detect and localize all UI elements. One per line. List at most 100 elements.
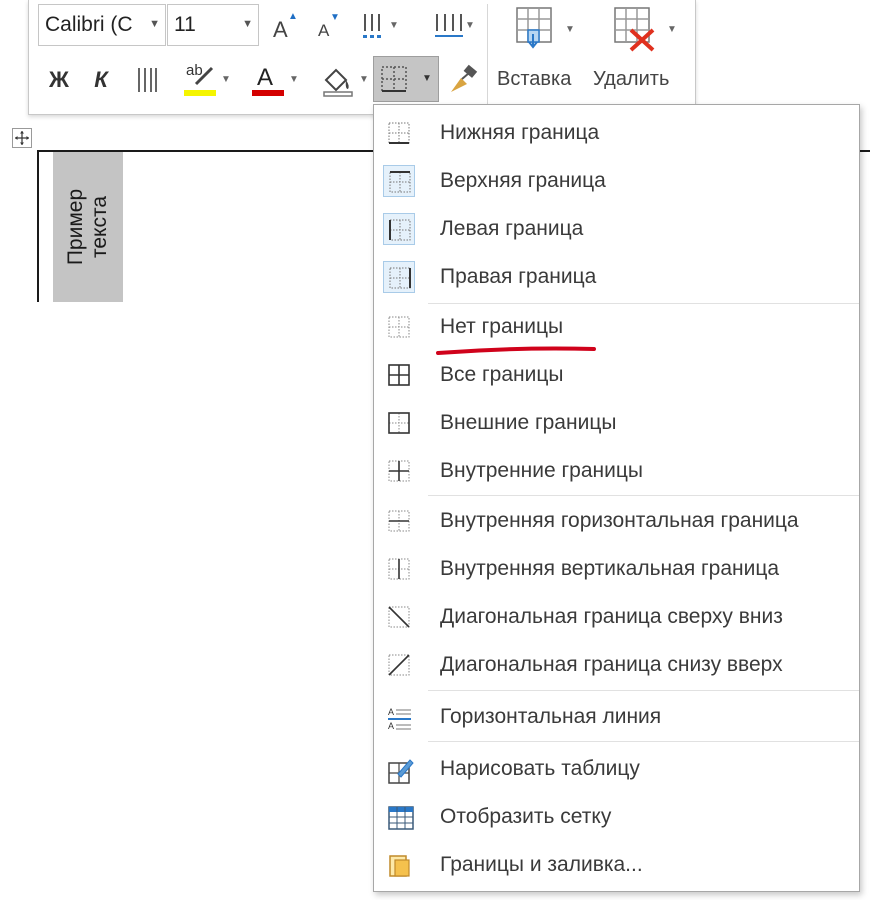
table-border-top bbox=[860, 150, 870, 152]
delete-table-icon bbox=[614, 7, 655, 52]
menu-item-label: Все границы bbox=[440, 363, 564, 386]
font-size-value: 11 bbox=[174, 13, 196, 36]
inside-vertical-border-icon bbox=[383, 553, 415, 585]
menu-item-label: Нарисовать таблицу bbox=[440, 757, 640, 780]
menu-separator bbox=[428, 690, 859, 691]
outside-borders-icon bbox=[383, 407, 415, 439]
center-align-button[interactable] bbox=[129, 62, 165, 98]
insert-button[interactable]: ▼ Вставка bbox=[493, 4, 585, 108]
menu-item-label: Отобразить сетку bbox=[440, 805, 612, 828]
highlight-button[interactable]: ab ▼ bbox=[169, 60, 231, 100]
bold-label: Ж bbox=[49, 67, 69, 92]
svg-text:A: A bbox=[388, 721, 394, 730]
grow-font-icon: A ▲ bbox=[273, 11, 298, 42]
menu-item-top-border[interactable]: Верхняя граница bbox=[374, 157, 859, 205]
menu-item-label: Левая граница bbox=[440, 217, 584, 240]
font-size-combobox[interactable]: 11 ▼ bbox=[167, 4, 259, 46]
diagonal-up-border-icon bbox=[383, 649, 415, 681]
menu-item-label: Правая граница bbox=[440, 265, 597, 288]
top-border-icon bbox=[383, 165, 415, 197]
move-icon bbox=[15, 131, 29, 145]
menu-item-bottom-border[interactable]: Нижняя граница bbox=[374, 109, 859, 157]
chevron-down-icon[interactable]: ▼ bbox=[667, 24, 677, 35]
menu-item-borders-shading[interactable]: Границы и заливка... bbox=[374, 841, 859, 889]
distribute-columns-button[interactable]: ▼ bbox=[421, 8, 477, 44]
all-borders-icon bbox=[383, 359, 415, 391]
delete-button[interactable]: ▼ Удалить bbox=[591, 4, 687, 108]
font-name-combobox[interactable]: Calibri (C ▼ bbox=[38, 4, 166, 46]
chevron-down-icon[interactable]: ▼ bbox=[565, 24, 575, 35]
font-color-button[interactable]: A ▼ bbox=[237, 60, 299, 100]
distribute-rows-icon bbox=[363, 14, 381, 38]
menu-item-label: Горизонтальная линия bbox=[440, 705, 662, 728]
borders-button[interactable]: ▼ bbox=[373, 56, 439, 102]
inside-horizontal-border-icon bbox=[383, 505, 415, 537]
highlighter-icon: ab bbox=[180, 62, 220, 98]
menu-item-inside-horizontal-border[interactable]: Внутренняя горизонтальная граница bbox=[374, 497, 859, 545]
cell-text: Пример текста bbox=[64, 188, 111, 266]
chevron-down-icon[interactable]: ▼ bbox=[149, 18, 160, 30]
shading-button[interactable]: ▼ bbox=[307, 60, 369, 100]
svg-text:A: A bbox=[388, 707, 394, 717]
menu-item-label: Верхняя граница bbox=[440, 169, 606, 192]
menu-item-label: Границы и заливка... bbox=[440, 853, 643, 876]
grow-font-button[interactable]: A ▲ bbox=[269, 8, 303, 44]
horizontal-line-icon: A A bbox=[383, 701, 415, 733]
view-gridlines-icon bbox=[383, 801, 415, 833]
italic-label: К bbox=[94, 67, 108, 92]
menu-separator bbox=[428, 741, 859, 742]
menu-separator bbox=[428, 495, 859, 496]
menu-item-label: Внешние границы bbox=[440, 411, 617, 434]
menu-item-label: Диагональная граница сверху вниз bbox=[440, 605, 783, 628]
distribute-columns-icon bbox=[435, 14, 463, 37]
bold-button[interactable]: Ж bbox=[39, 62, 79, 98]
format-painter-icon bbox=[451, 64, 478, 92]
menu-item-left-border[interactable]: Левая граница bbox=[374, 205, 859, 253]
center-align-icon bbox=[138, 68, 157, 92]
format-painter-button[interactable] bbox=[443, 60, 483, 100]
menu-item-horizontal-line[interactable]: A A Горизонтальная линия bbox=[374, 693, 859, 741]
distribute-rows-button[interactable]: ▼ bbox=[351, 8, 399, 44]
draw-table-icon bbox=[383, 753, 415, 785]
menu-item-inside-vertical-border[interactable]: Внутренняя вертикальная граница bbox=[374, 545, 859, 593]
chevron-down-icon[interactable]: ▼ bbox=[422, 73, 432, 84]
shrink-font-icon: A ▼ bbox=[318, 12, 340, 40]
menu-item-diagonal-up-border[interactable]: Диагональная граница снизу вверх bbox=[374, 641, 859, 689]
left-border-icon bbox=[383, 213, 415, 245]
menu-item-view-gridlines[interactable]: Отобразить сетку bbox=[374, 793, 859, 841]
chevron-down-icon[interactable]: ▼ bbox=[465, 20, 475, 31]
chevron-down-icon[interactable]: ▼ bbox=[389, 20, 399, 31]
font-name-value: Calibri (C bbox=[45, 13, 133, 36]
shrink-font-button[interactable]: A ▼ bbox=[311, 8, 345, 44]
no-border-icon bbox=[383, 311, 415, 343]
menu-item-label: Внутренняя горизонтальная граница bbox=[440, 509, 799, 532]
chevron-down-icon[interactable]: ▼ bbox=[242, 18, 253, 30]
menu-item-label: Диагональная граница снизу вверх bbox=[440, 653, 783, 676]
paint-bucket-icon bbox=[323, 68, 353, 97]
menu-item-outside-borders[interactable]: Внешние границы bbox=[374, 399, 859, 447]
toolbar-separator bbox=[487, 4, 488, 108]
table-border-left bbox=[37, 150, 39, 302]
insert-table-icon bbox=[516, 7, 552, 49]
insert-label: Вставка bbox=[497, 68, 572, 90]
right-border-icon bbox=[383, 261, 415, 293]
menu-item-label: Внутренние границы bbox=[440, 459, 643, 482]
menu-item-right-border[interactable]: Правая граница bbox=[374, 253, 859, 301]
font-color-icon: A bbox=[248, 62, 288, 98]
menu-item-diagonal-down-border[interactable]: Диагональная граница сверху вниз bbox=[374, 593, 859, 641]
table-cell-selected[interactable]: Пример текста bbox=[53, 152, 123, 302]
diagonal-down-border-icon bbox=[383, 601, 415, 633]
borders-shading-icon bbox=[383, 849, 415, 881]
menu-item-inside-borders[interactable]: Внутренние границы bbox=[374, 447, 859, 495]
chevron-down-icon[interactable]: ▼ bbox=[221, 74, 231, 85]
bottom-border-icon bbox=[383, 117, 415, 149]
table-move-handle[interactable] bbox=[12, 128, 32, 148]
annotation-underline bbox=[436, 346, 596, 355]
menu-item-label: Внутренняя вертикальная граница bbox=[440, 557, 780, 580]
chevron-down-icon[interactable]: ▼ bbox=[359, 74, 369, 85]
chevron-down-icon[interactable]: ▼ bbox=[289, 74, 299, 85]
italic-button[interactable]: К bbox=[81, 62, 121, 98]
menu-item-draw-table[interactable]: Нарисовать таблицу bbox=[374, 745, 859, 793]
borders-menu: Нижняя граница Верхняя граница Левая гра… bbox=[373, 104, 860, 892]
mini-toolbar: Calibri (C ▼ 11 ▼ A ▲ A ▼ ▼ ▼ Ж К ab ▼ A… bbox=[28, 0, 696, 115]
